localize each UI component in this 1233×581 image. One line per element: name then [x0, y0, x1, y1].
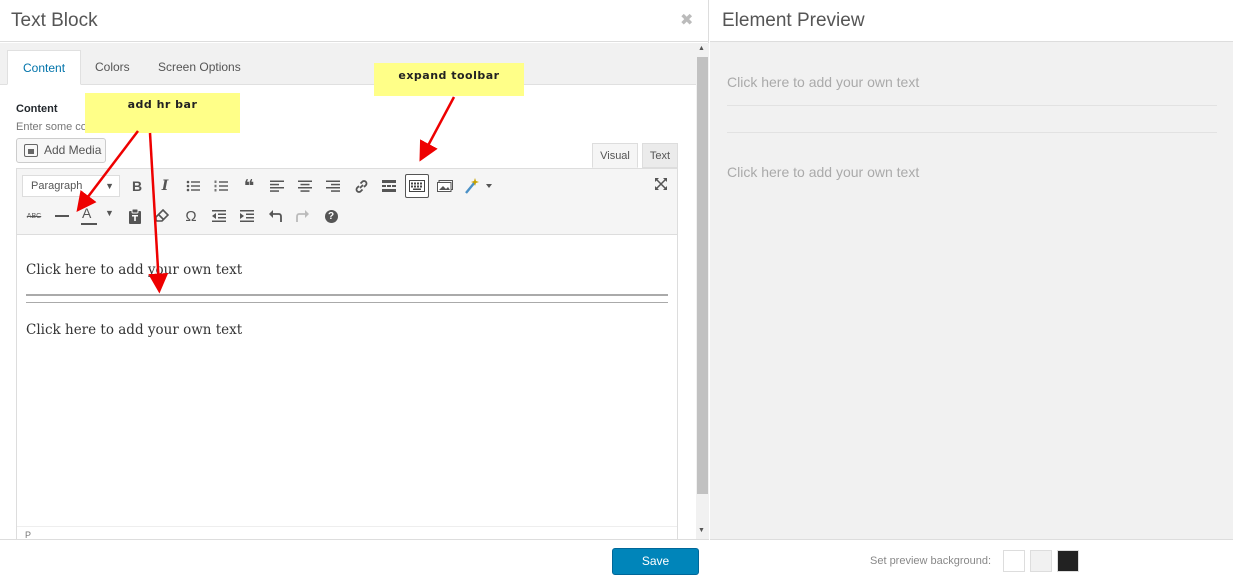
preview-title-bar: Element Preview [710, 0, 1233, 42]
tab-bar: Content Colors Screen Options [0, 43, 696, 85]
align-right-icon[interactable] [321, 174, 345, 198]
tab-screen-options[interactable]: Screen Options [143, 50, 256, 85]
preview-hr [727, 132, 1217, 133]
magic-wand-icon[interactable] [461, 174, 497, 198]
editor-tab-text[interactable]: Text [642, 143, 678, 168]
save-button[interactable]: Save [612, 548, 699, 575]
scroll-down-icon[interactable]: ▼ [698, 527, 705, 534]
toolbar-toggle-icon[interactable] [405, 174, 429, 198]
preview-paragraph: Click here to add your own text [727, 74, 920, 90]
preview-background-label: Set preview background: [870, 555, 992, 567]
annotation-expand-toolbar: expand toolbar [374, 63, 524, 96]
align-center-icon[interactable] [293, 174, 317, 198]
paste-text-icon[interactable] [123, 204, 147, 228]
element-preview-panel: Element Preview Click here to add your o… [710, 0, 1233, 581]
annotation-add-hr-bar: add hr bar [85, 93, 240, 133]
numbered-list-icon[interactable] [209, 174, 233, 198]
outdent-icon[interactable] [207, 204, 231, 228]
clear-formatting-icon[interactable] [150, 204, 174, 228]
horizontal-line-icon[interactable] [50, 204, 74, 228]
blockquote-icon[interactable]: ❝ [237, 174, 261, 198]
editor-paragraph[interactable]: Click here to add your own text [26, 262, 242, 278]
fullscreen-icon[interactable] [649, 172, 673, 196]
format-select-value: Paragraph [31, 180, 83, 192]
dialog-scrollbar[interactable]: ▲ ▼ [696, 43, 709, 539]
editor-status-bar [17, 526, 677, 540]
tab-content[interactable]: Content [7, 50, 82, 85]
swatch-light-gray[interactable] [1030, 550, 1052, 572]
horizontal-rule [26, 302, 668, 303]
preview-hr [727, 105, 1217, 106]
tab-colors[interactable]: Colors [80, 50, 145, 85]
close-icon[interactable]: ✖ [680, 10, 693, 30]
link-icon[interactable] [349, 174, 373, 198]
strikethrough-icon[interactable]: ABC [22, 204, 46, 228]
editor-paragraph[interactable]: Click here to add your own text [26, 322, 242, 338]
align-left-icon[interactable] [265, 174, 289, 198]
color-bar [81, 223, 97, 225]
editor-tab-visual[interactable]: Visual [592, 143, 638, 168]
text-color-glyph: A [82, 205, 92, 221]
chevron-down-icon: ▼ [105, 181, 114, 191]
italic-icon[interactable]: I [153, 174, 177, 198]
read-more-icon[interactable] [377, 174, 401, 198]
text-color-icon[interactable]: A ▼ [78, 204, 114, 228]
arrow-to-toolbar-toggle [419, 96, 456, 162]
scroll-up-icon[interactable]: ▲ [698, 45, 705, 52]
content-field-description: Enter some co [16, 121, 87, 133]
scroll-thumb[interactable] [697, 57, 708, 494]
dialog-footer: Save [0, 539, 709, 581]
swatch-white[interactable] [1003, 550, 1025, 572]
redo-icon[interactable] [291, 204, 315, 228]
text-block-dialog: Text Block ✖ Content Colors Screen Optio… [0, 0, 709, 581]
preview-title: Element Preview [722, 10, 865, 31]
help-glyph: ? [324, 209, 338, 223]
bold-icon[interactable]: B [125, 174, 149, 198]
add-media-label: Add Media [44, 143, 102, 157]
format-select[interactable]: Paragraph ▼ [22, 175, 120, 197]
bullet-list-icon[interactable] [181, 174, 205, 198]
preview-footer: Set preview background: [710, 539, 1233, 581]
rich-text-editor: Paragraph ▼ B I ❝ ABC A ▼ Ω ? Click here… [16, 168, 678, 540]
content-field-label: Content [16, 103, 58, 115]
indent-icon[interactable] [235, 204, 259, 228]
dialog-title-bar: Text Block ✖ [0, 0, 709, 42]
undo-icon[interactable] [263, 204, 287, 228]
dialog-title: Text Block [11, 10, 98, 31]
horizontal-rule [26, 294, 668, 296]
add-media-button[interactable]: Add Media [16, 138, 106, 163]
image-icon[interactable] [433, 174, 457, 198]
help-icon[interactable]: ? [319, 204, 343, 228]
preview-paragraph: Click here to add your own text [727, 164, 920, 180]
editor-toolbar: Paragraph ▼ B I ❝ ABC A ▼ Ω ? [17, 169, 677, 235]
special-character-icon[interactable]: Ω [179, 204, 203, 228]
swatch-dark[interactable] [1057, 550, 1079, 572]
media-icon [24, 144, 38, 157]
editor-content-area[interactable]: Click here to add your own text Click he… [17, 236, 677, 526]
chevron-down-icon: ▼ [105, 208, 114, 218]
